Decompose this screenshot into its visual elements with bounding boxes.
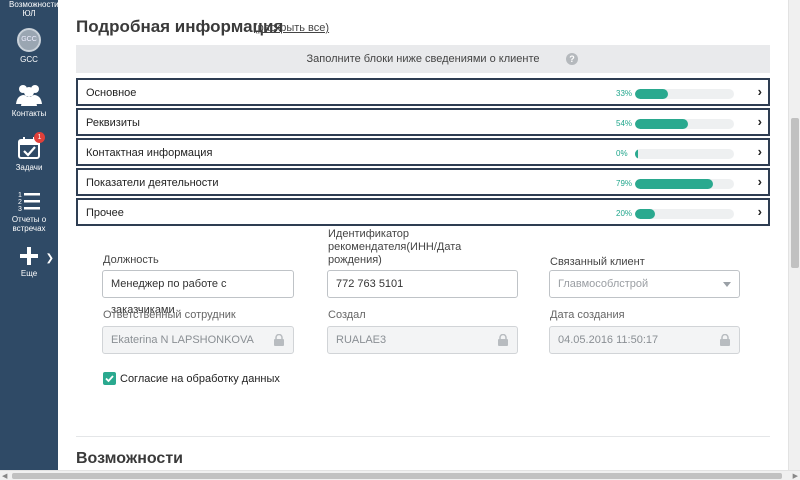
chevron-right-icon: › <box>757 84 762 99</box>
created-by-label: Создал <box>328 309 366 321</box>
progress-fill <box>635 149 638 159</box>
created-by-input: RUALAE3 <box>327 326 518 354</box>
position-input[interactable]: Менеджер по работе с заказчиками <box>102 270 294 316</box>
sidebar-item-label: Контакты <box>11 109 47 118</box>
lock-icon <box>720 334 730 346</box>
expand-all-link[interactable]: (раскрыть все) <box>254 22 329 34</box>
progress-fill <box>635 179 714 189</box>
block-percent: 79% <box>616 179 633 188</box>
sidebar-item-gcc[interactable]: GCC GCC <box>0 28 58 64</box>
sidebar-item-label: Еще <box>20 269 38 278</box>
main-content: Подробная информация (раскрыть все) Запо… <box>58 0 788 470</box>
lock-icon <box>274 334 284 346</box>
gcc-avatar-icon: GCC <box>17 28 41 52</box>
responsible-label: Ответственный сотрудник <box>103 309 236 321</box>
referrer-label: Идентификатор рекомендателя(ИНН/Дата рож… <box>328 228 462 266</box>
block-percent: 33% <box>616 89 633 98</box>
block-requisites[interactable]: Реквизиты 54% › <box>76 108 770 136</box>
block-label: Прочее <box>86 207 124 219</box>
block-activity-metrics[interactable]: Показатели деятельности 79% › <box>76 168 770 196</box>
plus-icon <box>20 247 38 265</box>
progress-bar <box>635 179 734 189</box>
position-label: Должность <box>103 254 159 266</box>
sidebar-item-contacts[interactable]: Контакты <box>0 82 58 118</box>
svg-text:3: 3 <box>18 206 22 212</box>
responsible-value: Ekaterina N LAPSHONKOVA <box>111 334 254 346</box>
checkmark-icon <box>105 375 114 383</box>
tasks-count-badge: 1 <box>34 132 45 143</box>
horizontal-scrollbar[interactable]: ◀ ▶ <box>0 470 800 480</box>
app-window: Возможности ЮЛ GCC GCC Контакты 1 Задачи <box>0 0 800 480</box>
lock-icon <box>498 334 508 346</box>
linked-client-label: Связанный клиент <box>550 256 645 268</box>
scroll-right-icon[interactable]: ▶ <box>793 472 798 480</box>
created-date-label: Дата создания <box>550 309 625 321</box>
section-title: Подробная информация <box>76 17 284 36</box>
block-percent: 0% <box>616 149 628 158</box>
block-percent: 54% <box>616 119 633 128</box>
progress-bar <box>635 209 734 219</box>
opportunities-section-title: Возможности <box>76 450 183 467</box>
chevron-right-icon: › <box>757 204 762 219</box>
progress-bar <box>635 119 734 129</box>
hint-bar: Заполните блоки ниже сведениями о клиент… <box>76 45 770 73</box>
block-contact-info[interactable]: Контактная информация 0% › <box>76 138 770 166</box>
details-panel: Подробная информация (раскрыть все) Запо… <box>58 0 788 470</box>
referrer-input[interactable]: 772 763 5101 <box>327 270 518 298</box>
horizontal-scroll-thumb[interactable] <box>12 473 782 479</box>
hint-text: Заполните блоки ниже сведениями о клиент… <box>306 53 540 65</box>
linked-client-select[interactable]: Главмособлстрой <box>549 270 740 298</box>
svg-text:1: 1 <box>18 192 22 199</box>
vertical-scroll-thumb[interactable] <box>791 118 799 268</box>
chevron-right-icon: › <box>757 174 762 189</box>
progress-fill <box>635 209 655 219</box>
created-date-input: 04.05.2016 11:50:17 <box>549 326 740 354</box>
block-other[interactable]: Прочее 20% › <box>76 198 770 226</box>
sidebar-item-label: Задачи <box>15 163 43 172</box>
scroll-left-icon[interactable]: ◀ <box>2 472 7 480</box>
progress-fill <box>635 119 689 129</box>
chevron-right-icon: › <box>757 144 762 159</box>
progress-fill <box>635 89 668 99</box>
sidebar-item-more[interactable]: Еще ❯ <box>0 246 58 278</box>
consent-label[interactable]: Согласие на обработку данных <box>120 373 280 385</box>
created-date-value: 04.05.2016 11:50:17 <box>558 334 659 346</box>
sidebar-item-opportunities[interactable]: Возможности ЮЛ <box>0 0 59 18</box>
sidebar-item-label: Возможности ЮЛ <box>9 0 59 18</box>
chevron-right-icon: › <box>757 114 762 129</box>
chevron-right-icon: ❯ <box>45 253 54 264</box>
help-icon[interactable]: ? <box>566 53 578 65</box>
block-percent: 20% <box>616 209 633 218</box>
caret-down-icon <box>723 282 731 287</box>
progress-bar <box>635 89 734 99</box>
linked-client-value: Главмособлстрой <box>558 278 649 290</box>
sidebar: Возможности ЮЛ GCC GCC Контакты 1 Задачи <box>0 0 59 480</box>
sidebar-item-label: GCC <box>20 55 38 64</box>
contacts-icon <box>16 85 42 106</box>
block-label: Основное <box>86 87 137 99</box>
consent-checkbox[interactable] <box>103 372 116 385</box>
meeting-reports-icon: 1 2 3 <box>18 192 40 212</box>
block-label: Реквизиты <box>86 117 140 129</box>
sidebar-item-label: Отчеты о встречах <box>11 215 47 233</box>
divider <box>76 436 770 437</box>
block-label: Контактная информация <box>86 147 213 159</box>
created-by-value: RUALAE3 <box>336 334 387 346</box>
vertical-scrollbar[interactable] <box>788 0 800 470</box>
block-label: Показатели деятельности <box>86 177 219 189</box>
responsible-input: Ekaterina N LAPSHONKOVA <box>102 326 294 354</box>
progress-bar <box>635 149 734 159</box>
svg-text:2: 2 <box>18 199 22 206</box>
block-main[interactable]: Основное 33% › <box>76 78 770 106</box>
sidebar-item-tasks[interactable]: 1 Задачи <box>0 132 58 172</box>
sidebar-item-meeting-reports[interactable]: 1 2 3 Отчеты о встречах <box>0 190 58 233</box>
